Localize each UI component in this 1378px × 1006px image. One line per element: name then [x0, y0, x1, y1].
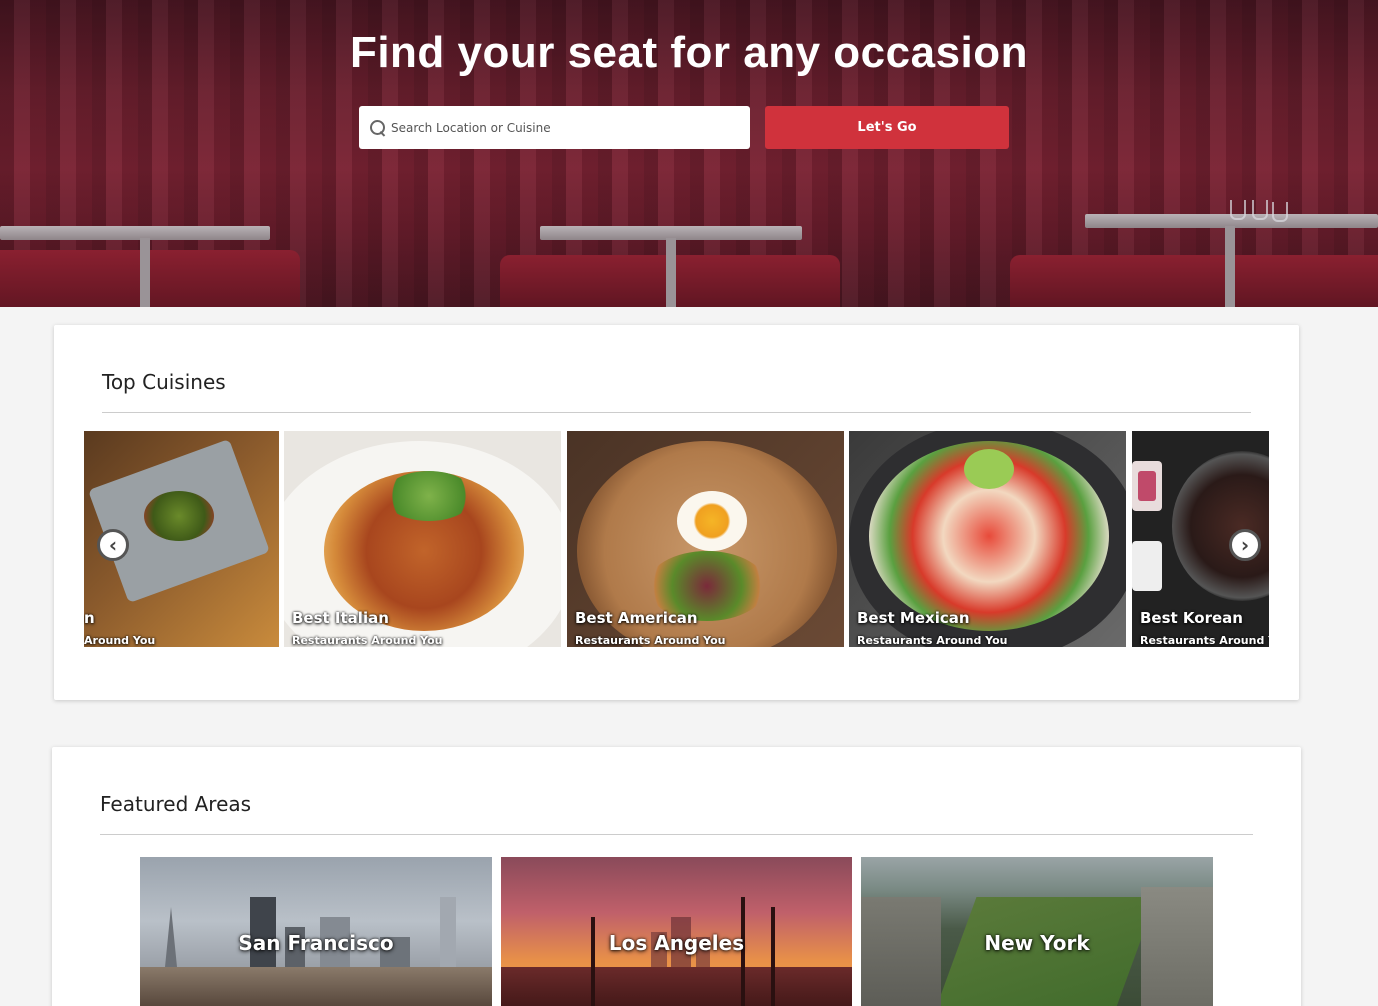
area-card-los-angeles[interactable]: Los Angeles: [501, 857, 852, 1006]
glass: [1230, 200, 1246, 220]
cuisine-tile-american[interactable]: Best American Restaurants Around You: [567, 431, 844, 647]
glass: [1252, 200, 1268, 220]
cuisine-tile-title: Best Korean: [1140, 609, 1243, 627]
area-name: New York: [984, 931, 1090, 955]
cuisine-tile-subtitle: Restaurants Around You: [857, 634, 1008, 647]
hero-banner: Find your seat for any occasion Let's Go: [0, 0, 1378, 307]
chevron-right-icon[interactable]: ›: [1229, 529, 1261, 561]
cuisine-tile-title: Best Italian: [292, 609, 389, 627]
glass: [1272, 202, 1288, 222]
cuisine-carousel: n Around You Best Italian Restaurants Ar…: [84, 431, 1269, 647]
chevron-left-icon[interactable]: ‹: [97, 529, 129, 561]
area-card-new-york[interactable]: New York: [861, 857, 1213, 1006]
table-top: [0, 226, 270, 240]
cuisine-tile-italian[interactable]: Best Italian Restaurants Around You: [284, 431, 561, 647]
cuisine-tile-mexican[interactable]: Best Mexican Restaurants Around You: [849, 431, 1126, 647]
area-name: Los Angeles: [608, 931, 745, 955]
divider: [100, 834, 1253, 835]
divider: [102, 412, 1251, 413]
cuisine-tile-title: n: [84, 609, 95, 627]
section-title: Featured Areas: [100, 792, 252, 816]
table-leg: [1225, 226, 1235, 307]
hero-title: Find your seat for any occasion: [349, 28, 1029, 77]
cuisine-tile-subtitle: Restaurants Around You: [575, 634, 726, 647]
cuisine-tile-subtitle: Restaurants Around You: [292, 634, 443, 647]
search-icon: [369, 119, 387, 137]
cuisine-tile-subtitle: Restaurants Around Yo: [1140, 634, 1269, 647]
search-box[interactable]: [359, 106, 750, 149]
cuisine-tile-title: Best Mexican: [857, 609, 970, 627]
area-name: San Francisco: [238, 931, 394, 955]
featured-areas-section: Featured Areas San Francisco Los Angeles…: [52, 747, 1301, 1006]
table-leg: [666, 238, 676, 307]
section-title: Top Cuisines: [102, 370, 226, 394]
booth-seat: [1010, 255, 1378, 307]
lets-go-button[interactable]: Let's Go: [765, 106, 1009, 149]
table-leg: [140, 238, 150, 307]
area-card-san-francisco[interactable]: San Francisco: [140, 857, 492, 1006]
top-cuisines-section: Top Cuisines n Around You Best Italian R…: [54, 325, 1299, 700]
booth-seat: [0, 250, 300, 307]
search-input[interactable]: [391, 120, 750, 135]
cuisine-tile-subtitle: Around You: [84, 634, 156, 647]
cuisine-tile-title: Best American: [575, 609, 698, 627]
